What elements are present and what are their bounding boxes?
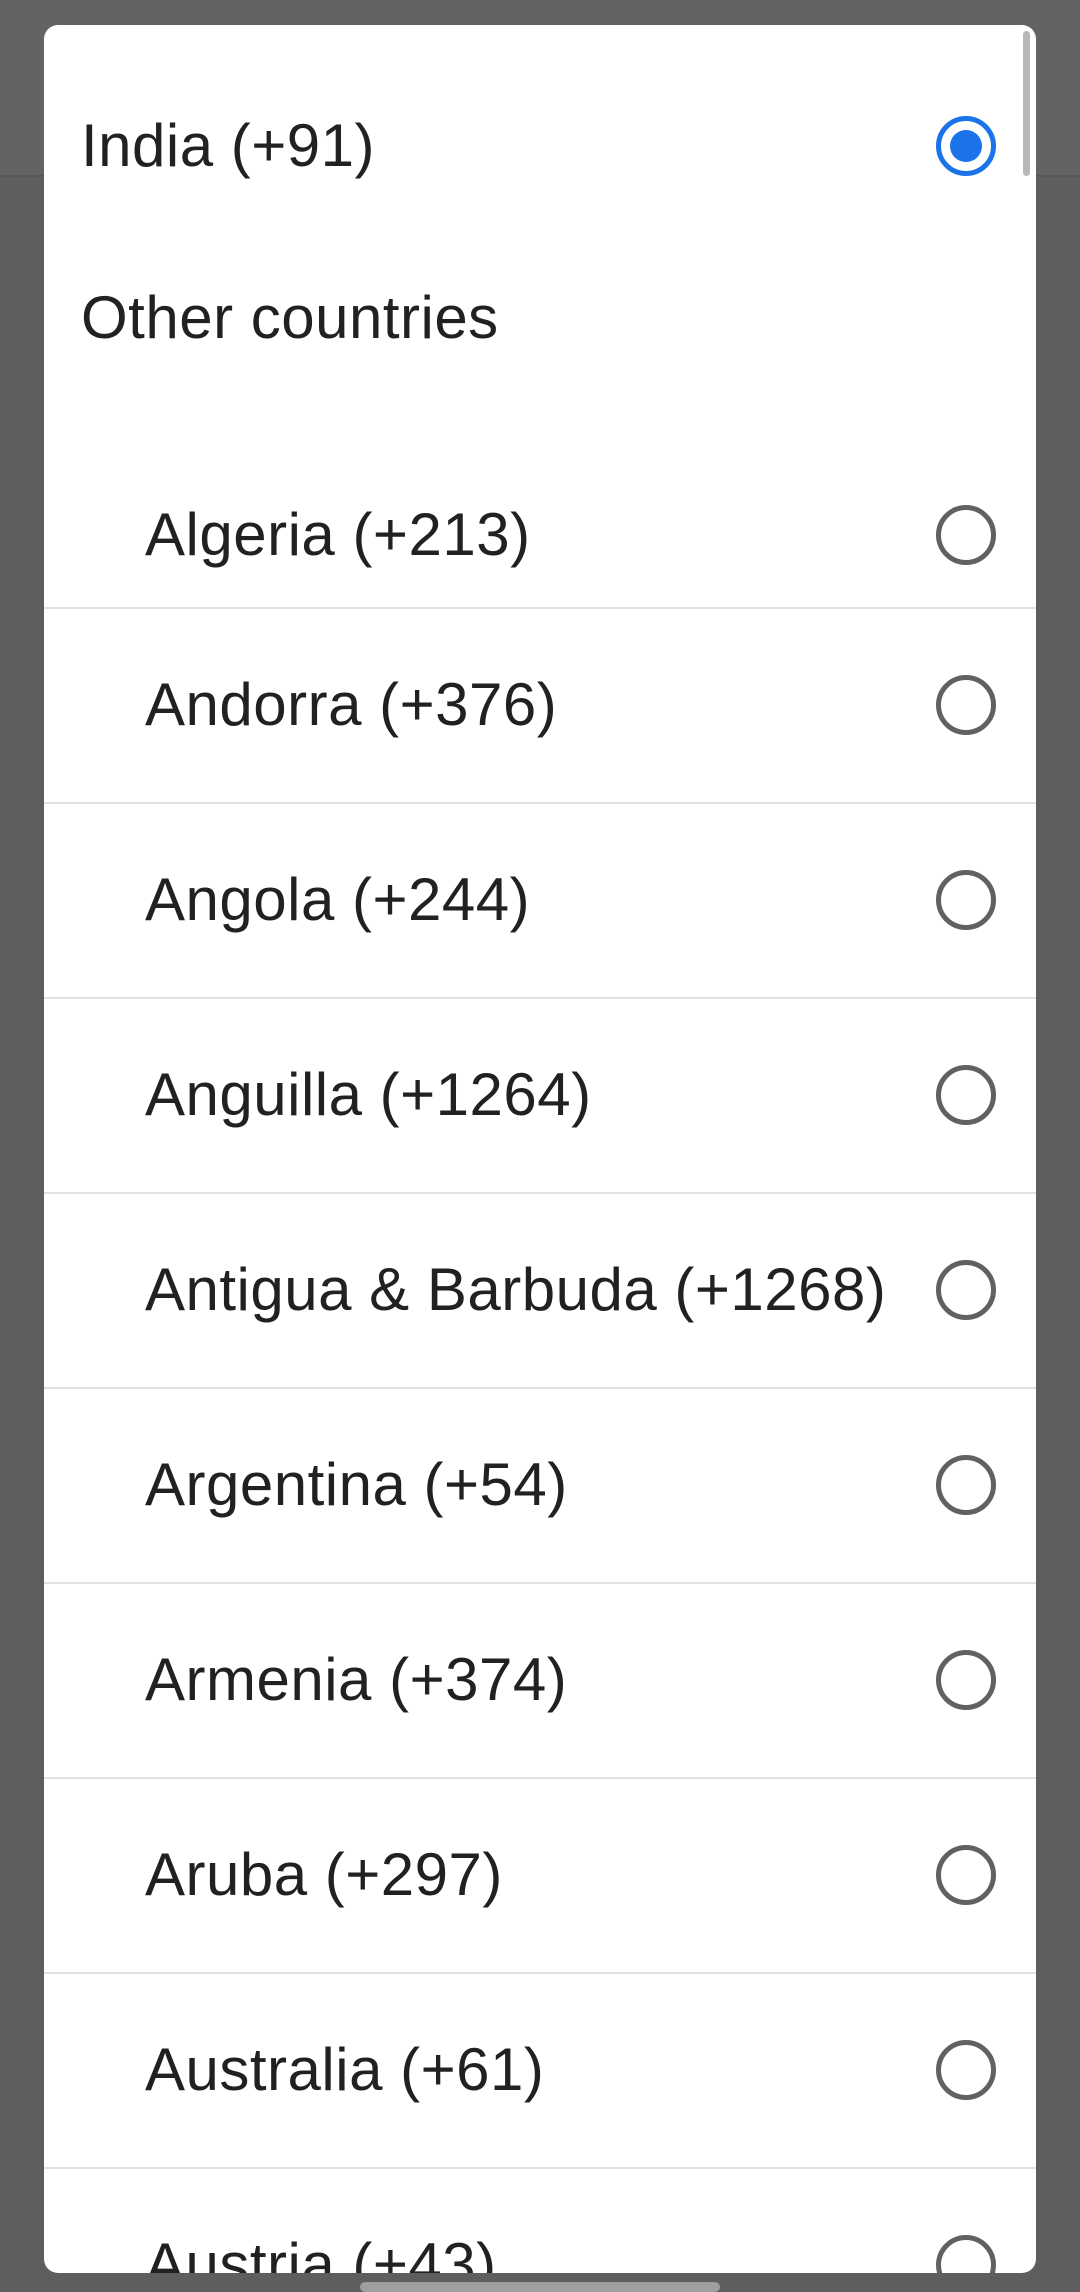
radio-unchecked-icon[interactable] (936, 505, 996, 565)
country-option-label: Antigua & Barbuda (+1268) (145, 1256, 887, 1323)
country-option-aruba[interactable]: Aruba (+297) (44, 1777, 1036, 1971)
radio-unchecked-icon[interactable] (936, 2235, 996, 2273)
country-option-label: Aruba (+297) (145, 1841, 503, 1908)
radio-unchecked-icon[interactable] (936, 1650, 996, 1710)
country-option-argentina[interactable]: Argentina (+54) (44, 1387, 1036, 1581)
country-option-australia[interactable]: Australia (+61) (44, 1972, 1036, 2166)
radio-unchecked-icon[interactable] (936, 870, 996, 930)
country-option-label: Armenia (+374) (145, 1646, 568, 1713)
country-code-picker-dialog: India (+91) Other countries Algeria (+21… (44, 25, 1036, 2273)
navigation-gesture-handle[interactable] (360, 2282, 720, 2292)
country-option-label: Andorra (+376) (145, 671, 558, 738)
radio-unchecked-icon[interactable] (936, 675, 996, 735)
radio-unchecked-icon[interactable] (936, 1260, 996, 1320)
country-option-label: Algeria (+213) (145, 501, 531, 568)
radio-unchecked-icon[interactable] (936, 1065, 996, 1125)
section-header-other-countries: Other countries (81, 284, 499, 351)
country-option-label: Angola (+244) (145, 866, 531, 933)
country-option-label: India (+91) (81, 112, 376, 179)
country-option-austria[interactable]: Austria (+43) (44, 2167, 1036, 2273)
country-option-angola[interactable]: Angola (+244) (44, 802, 1036, 996)
country-option-label: Anguilla (+1264) (145, 1061, 592, 1128)
country-option-andorra[interactable]: Andorra (+376) (44, 607, 1036, 801)
radio-unchecked-icon[interactable] (936, 1455, 996, 1515)
country-option-label: Australia (+61) (145, 2036, 545, 2103)
country-option-india[interactable]: India (+91) (44, 49, 1036, 243)
radio-unchecked-icon[interactable] (936, 1845, 996, 1905)
country-option-algeria[interactable]: Algeria (+213) (44, 438, 1036, 632)
country-option-anguilla[interactable]: Anguilla (+1264) (44, 997, 1036, 1191)
radio-unchecked-icon[interactable] (936, 2040, 996, 2100)
country-option-antigua-barbuda[interactable]: Antigua & Barbuda (+1268) (44, 1192, 1036, 1386)
country-option-armenia[interactable]: Armenia (+374) (44, 1582, 1036, 1776)
country-option-label: Austria (+43) (145, 2231, 497, 2273)
radio-checked-icon[interactable] (936, 116, 996, 176)
country-option-label: Argentina (+54) (145, 1451, 568, 1518)
